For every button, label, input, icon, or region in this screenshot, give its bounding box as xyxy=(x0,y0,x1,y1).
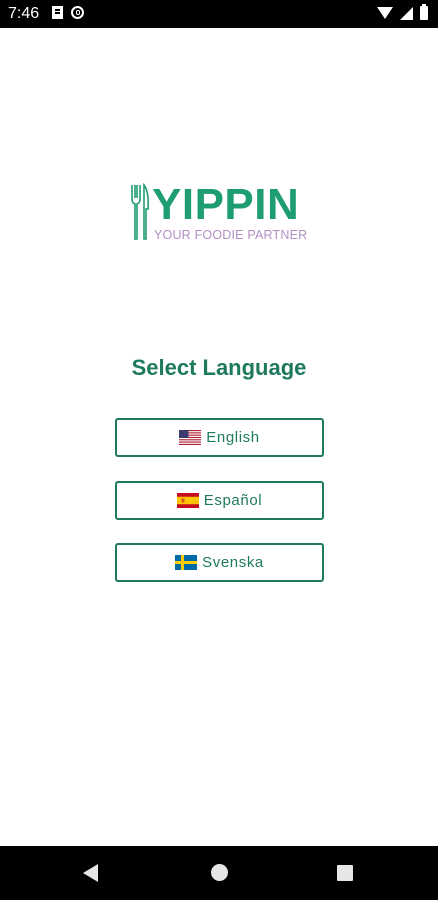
home-icon[interactable] xyxy=(211,864,228,881)
status-left-icons xyxy=(52,6,84,19)
page-title: Select Language xyxy=(131,355,307,380)
status-time: 7:46 xyxy=(8,5,40,22)
at-sign-icon xyxy=(71,6,84,19)
navigation-bar xyxy=(0,846,438,900)
language-label: English xyxy=(206,429,260,446)
logo-tagline: YOUR FOODIE PARTNER xyxy=(154,228,308,242)
spain-flag-icon xyxy=(176,493,199,508)
signal-icon xyxy=(400,6,413,20)
recents-icon[interactable] xyxy=(337,865,353,881)
wifi-icon xyxy=(377,7,393,19)
language-button-svenska[interactable]: Svenska xyxy=(115,543,324,582)
document-icon xyxy=(52,6,63,19)
language-label: Svenska xyxy=(202,554,264,571)
status-right-icons xyxy=(377,4,428,20)
status-bar: 7:46 xyxy=(0,0,438,28)
fork-knife-icon xyxy=(131,183,149,240)
back-icon[interactable] xyxy=(83,864,98,882)
app-logo: YIPPIN YOUR FOODIE PARTNER xyxy=(130,180,316,245)
language-label: Español xyxy=(203,492,263,509)
language-button-english[interactable]: English xyxy=(115,418,324,457)
battery-icon xyxy=(420,4,428,20)
sweden-flag-icon xyxy=(175,555,198,570)
language-button-espanol[interactable]: Español xyxy=(115,481,324,520)
logo-title: YIPPIN xyxy=(152,180,300,229)
us-flag-icon xyxy=(179,430,202,445)
